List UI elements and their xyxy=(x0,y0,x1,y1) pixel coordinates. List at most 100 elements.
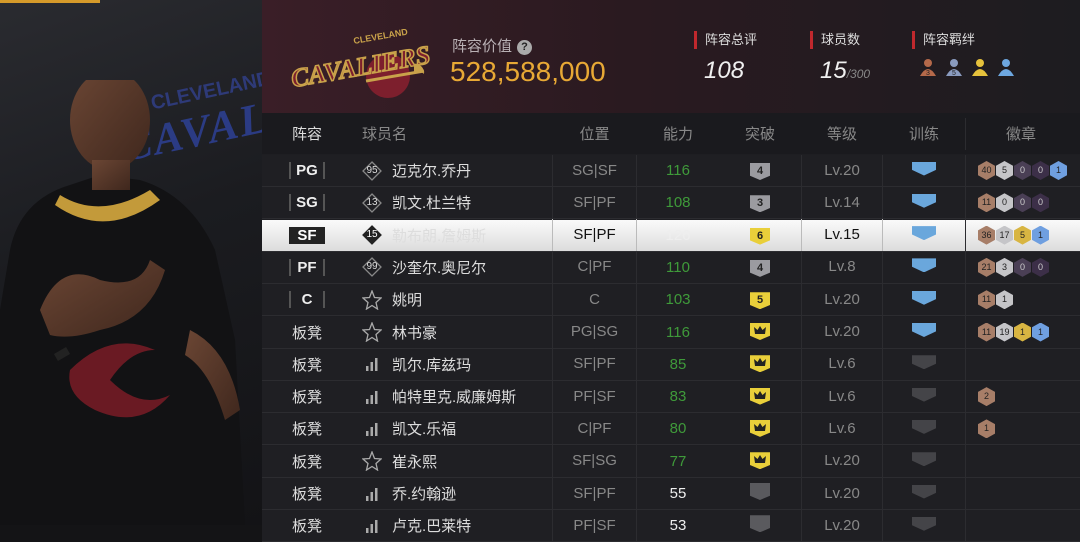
training-icon[interactable] xyxy=(912,323,936,337)
breakthrough-cell[interactable] xyxy=(719,355,801,373)
breakthrough-cell[interactable] xyxy=(719,483,801,504)
bond-icon-1[interactable]: 3 xyxy=(918,58,938,78)
badge-icon[interactable]: 40 xyxy=(978,161,995,180)
training-cell[interactable] xyxy=(883,226,965,244)
lineup-slot[interactable]: 板凳 xyxy=(262,386,352,407)
player-name-cell[interactable]: 15 勒布朗.詹姆斯 xyxy=(352,225,552,246)
training-cell[interactable] xyxy=(883,387,965,406)
training-cell[interactable] xyxy=(883,161,965,180)
player-name-cell[interactable]: 卢克.巴莱特 xyxy=(352,515,552,536)
training-cell[interactable] xyxy=(883,258,965,276)
lineup-slot[interactable]: 板凳 xyxy=(262,354,352,375)
badge-icon[interactable]: 5 xyxy=(1014,225,1031,245)
table-row[interactable]: 板凳 崔永熙 SF|SG 77 Lv.20 xyxy=(262,445,1080,478)
table-row[interactable]: 板凳 帕特里克.威廉姆斯 PF|SF 83 Lv.6 2 xyxy=(262,380,1080,414)
training-icon[interactable] xyxy=(912,193,936,208)
player-name-cell[interactable]: 乔.约翰逊 xyxy=(352,483,552,504)
badge-icon[interactable]: 1 xyxy=(1032,225,1049,245)
table-row[interactable]: SF 15 勒布朗.詹姆斯 SF|PF 126 6 Lv.15 36 17 5 1 xyxy=(262,219,1080,252)
player-name-cell[interactable]: 林书豪 xyxy=(352,322,552,343)
col-training[interactable]: 训练 xyxy=(883,123,965,144)
training-icon[interactable] xyxy=(912,516,936,531)
lineup-slot[interactable]: SF xyxy=(262,226,352,244)
breakthrough-cell[interactable]: 3 xyxy=(719,193,801,213)
training-cell[interactable] xyxy=(883,290,965,309)
badges-cell[interactable]: 2 xyxy=(965,380,1080,413)
bond-icons[interactable]: 35 xyxy=(912,58,1016,78)
badges-cell[interactable]: 1 xyxy=(965,412,1080,445)
bond-icon-4[interactable] xyxy=(996,58,1016,78)
training-icon[interactable] xyxy=(912,452,936,467)
breakthrough-cell[interactable]: 4 xyxy=(719,161,801,180)
player-name-cell[interactable]: 99 沙奎尔.奥尼尔 xyxy=(352,257,552,278)
training-cell[interactable] xyxy=(883,452,965,470)
badge-icon[interactable]: 1 xyxy=(978,419,995,439)
badge-icon[interactable]: 0 xyxy=(1032,161,1049,180)
badges-cell[interactable] xyxy=(965,348,1080,381)
lineup-slot[interactable]: 板凳 xyxy=(262,451,352,472)
badge-icon[interactable]: 0 xyxy=(1032,257,1049,277)
training-cell[interactable] xyxy=(883,355,965,373)
badges-cell[interactable]: 21 3 0 0 xyxy=(965,251,1080,284)
badge-icon[interactable]: 0 xyxy=(996,193,1013,213)
table-row[interactable]: 板凳 卢克.巴莱特 PF|SF 53 Lv.20 xyxy=(262,509,1080,542)
lineup-slot[interactable]: PF xyxy=(262,258,352,276)
table-row[interactable]: 板凳 凯尔.库兹玛 SF|PF 85 Lv.6 xyxy=(262,348,1080,381)
badge-icon[interactable]: 2 xyxy=(978,387,995,407)
training-icon[interactable] xyxy=(912,258,936,273)
training-cell[interactable] xyxy=(883,484,965,503)
training-icon[interactable] xyxy=(912,419,936,434)
lineup-slot[interactable]: 板凳 xyxy=(262,418,352,439)
lineup-slot[interactable]: 板凳 xyxy=(262,515,352,536)
player-name-cell[interactable]: 帕特里克.威廉姆斯 xyxy=(352,386,552,407)
badge-icon[interactable]: 19 xyxy=(996,322,1013,342)
col-level[interactable]: 等级 xyxy=(801,123,883,144)
table-row[interactable]: 板凳 乔.约翰逊 SF|PF 55 Lv.20 xyxy=(262,477,1080,510)
bonds-stat[interactable]: 阵容羁绊 35 xyxy=(912,31,1016,78)
training-icon[interactable] xyxy=(912,355,936,370)
lineup-slot[interactable]: C xyxy=(262,291,352,309)
badge-icon[interactable]: 0 xyxy=(1014,161,1031,180)
training-icon[interactable] xyxy=(912,290,936,305)
bond-icon-2[interactable]: 5 xyxy=(944,58,964,78)
badges-cell[interactable]: 36 17 5 1 xyxy=(965,219,1080,252)
badge-icon[interactable]: 11 xyxy=(978,290,995,310)
breakthrough-cell[interactable]: 6 xyxy=(719,226,801,245)
training-cell[interactable] xyxy=(883,193,965,212)
badges-cell[interactable] xyxy=(965,509,1080,542)
breakthrough-cell[interactable]: 5 xyxy=(719,290,801,310)
badge-icon[interactable]: 11 xyxy=(978,322,995,342)
breakthrough-cell[interactable]: 4 xyxy=(719,258,801,277)
badge-icon[interactable]: 11 xyxy=(978,193,995,213)
player-name-cell[interactable]: 姚明 xyxy=(352,289,552,310)
badge-icon[interactable]: 21 xyxy=(978,257,995,277)
badges-cell[interactable]: 11 0 0 0 xyxy=(965,186,1080,219)
col-breakthrough[interactable]: 突破 xyxy=(719,123,801,144)
training-icon[interactable] xyxy=(912,387,936,402)
player-name-cell[interactable]: 凯尔.库兹玛 xyxy=(352,354,552,375)
col-ability[interactable]: 能力 xyxy=(637,123,719,144)
training-icon[interactable] xyxy=(912,161,936,176)
table-row[interactable]: C 姚明 C 103 5 Lv.20 11 1 xyxy=(262,283,1080,317)
table-row[interactable]: PG 95 迈克尔.乔丹 SG|SF 116 4 Lv.20 40 5 0 0 1 xyxy=(262,154,1080,187)
breakthrough-cell[interactable] xyxy=(719,515,801,536)
bond-icon-3[interactable] xyxy=(970,58,990,78)
player-name-cell[interactable]: 凯文.乐福 xyxy=(352,418,552,439)
help-icon[interactable]: ? xyxy=(517,40,533,55)
badge-icon[interactable]: 0 xyxy=(1014,193,1031,213)
badge-icon[interactable]: 5 xyxy=(996,161,1013,180)
lineup-slot[interactable]: SG xyxy=(262,194,352,212)
badge-icon[interactable]: 3 xyxy=(996,257,1013,277)
badges-cell[interactable] xyxy=(965,445,1080,478)
badge-icon[interactable]: 36 xyxy=(978,225,995,245)
badges-cell[interactable] xyxy=(965,477,1080,510)
breakthrough-cell[interactable] xyxy=(719,419,801,438)
table-row[interactable]: SG 13 凯文.杜兰特 SF|PF 108 3 Lv.14 11 0 0 0 xyxy=(262,186,1080,220)
badges-cell[interactable]: 11 19 1 1 xyxy=(965,316,1080,348)
lineup-slot[interactable]: 板凳 xyxy=(262,322,352,343)
badge-icon[interactable]: 0 xyxy=(1032,193,1049,213)
badges-cell[interactable]: 11 1 xyxy=(965,283,1080,316)
col-name[interactable]: 球员名 xyxy=(352,123,552,144)
training-icon[interactable] xyxy=(912,226,936,241)
badge-icon[interactable]: 1 xyxy=(1032,322,1049,342)
